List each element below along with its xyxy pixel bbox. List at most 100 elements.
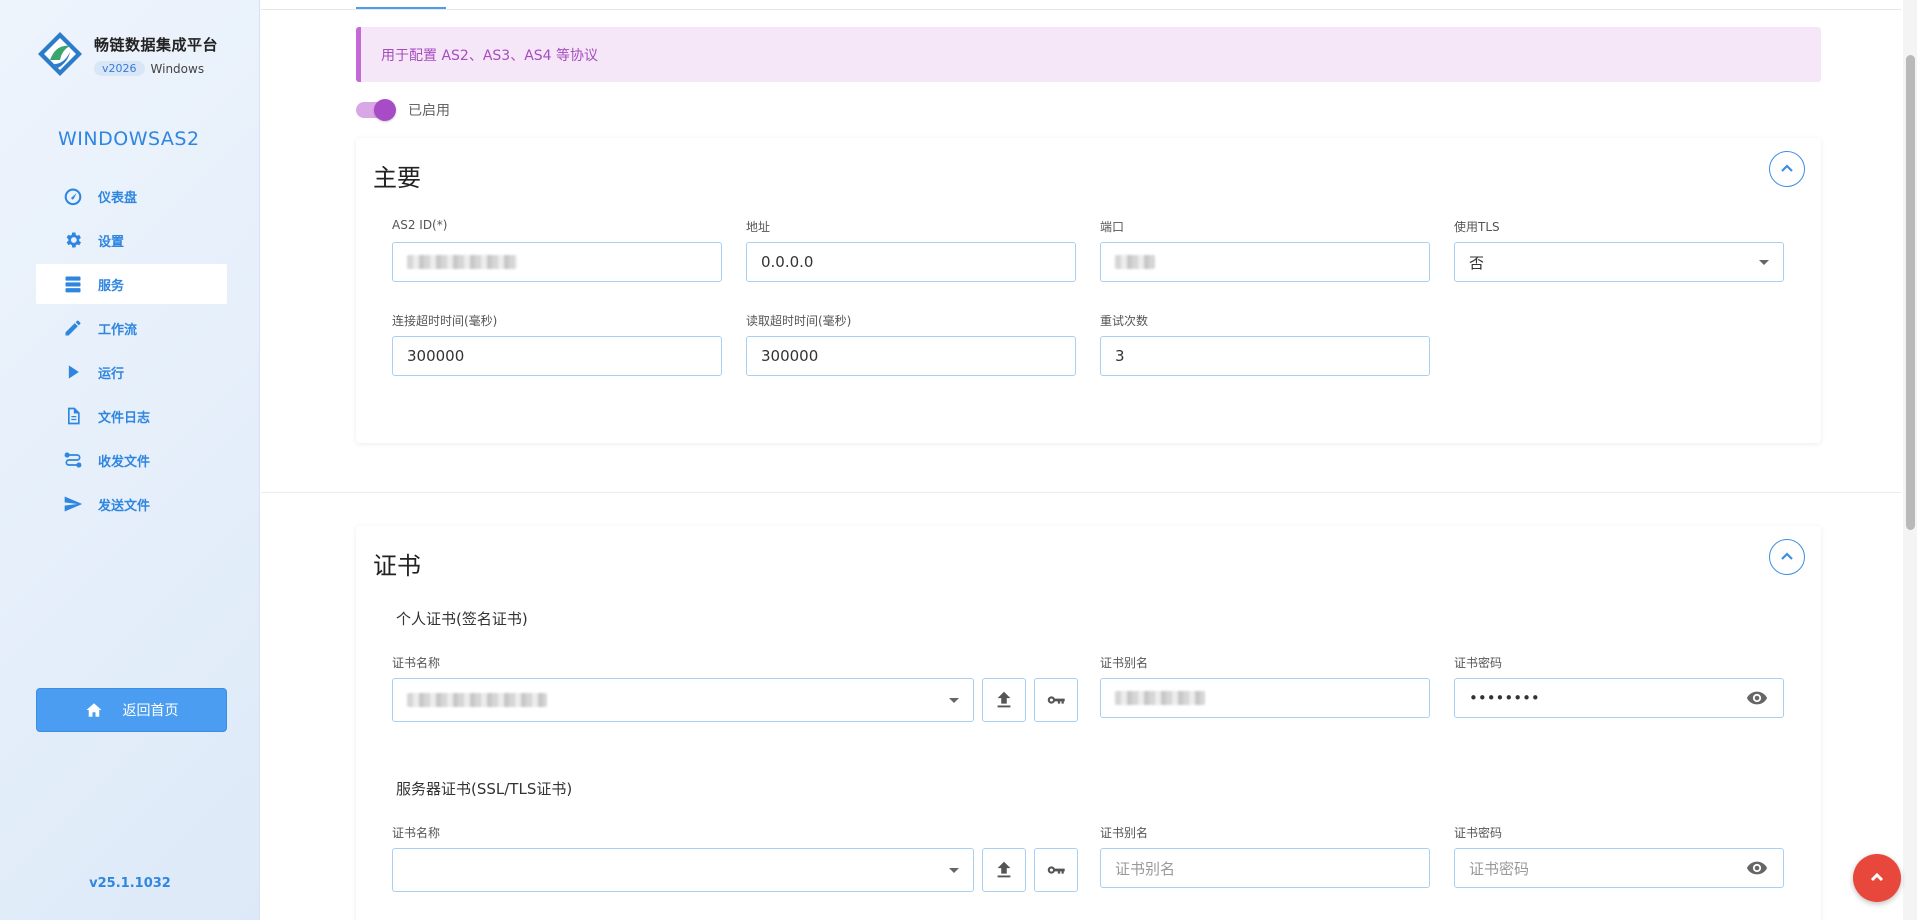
connect-timeout-input[interactable]: 300000 (392, 336, 722, 376)
personal-cert-alias-field: 证书别名 (1100, 654, 1430, 718)
send-icon (62, 493, 84, 515)
cert-password-label: 证书密码 (1454, 826, 1503, 840)
sidebar-item-services[interactable]: 服务 (36, 264, 227, 304)
sidebar-item-file-log[interactable]: 文件日志 (36, 396, 227, 436)
document-icon (62, 405, 84, 427)
brand-title: 畅链数据集成平台 (94, 36, 219, 54)
server-cert-password-input[interactable]: 证书密码 (1454, 848, 1784, 888)
redacted-value (1115, 255, 1155, 269)
server-cert-alias-input[interactable]: 证书别名 (1100, 848, 1430, 888)
server-cert-name-select[interactable] (392, 848, 974, 892)
sidebar-item-label: 文件日志 (98, 410, 151, 426)
section-title: 主要 (373, 164, 421, 192)
personal-cert-alias-input[interactable] (1100, 678, 1430, 718)
key-icon (1047, 696, 1065, 704)
personal-cert-password-field: 证书密码 •••••••• (1454, 654, 1784, 718)
main-settings-card: 主要 AS2 ID(*) 地址 0.0.0.0 端口 使用TLS 否 连接超时时… (356, 138, 1821, 443)
use-tls-field: 使用TLS 否 (1454, 218, 1784, 282)
redacted-value (407, 693, 547, 707)
cert-name-label: 证书名称 (392, 656, 441, 670)
sidebar-item-settings[interactable]: 设置 (36, 220, 227, 260)
password-mask: •••••••• (1469, 689, 1540, 707)
read-timeout-input[interactable]: 300000 (746, 336, 1076, 376)
retry-count-label: 重试次数 (1100, 314, 1149, 328)
cert-alias-label: 证书别名 (1100, 656, 1149, 670)
personal-cert-name-select[interactable] (392, 678, 974, 722)
server-cert-title: 服务器证书(SSL/TLS证书) (396, 780, 573, 798)
connect-timeout-label: 连接超时时间(毫秒) (392, 314, 498, 328)
home-button[interactable]: 返回首页 (36, 688, 227, 732)
section-title: 证书 (373, 552, 421, 580)
key-icon (1047, 866, 1065, 874)
certificate-card: 证书 个人证书(签名证书) 证书名称 证书别名 证书密码 •••••••• 服务… (356, 526, 1821, 920)
read-timeout-field: 读取超时时间(毫秒) 300000 (746, 312, 1076, 376)
collapse-button[interactable] (1769, 151, 1805, 187)
caret-down-icon (949, 697, 959, 703)
server-name: WINDOWSAS2 (58, 128, 200, 150)
gear-icon (62, 229, 84, 251)
scroll-to-top-button[interactable] (1853, 854, 1901, 902)
transfer-icon (62, 449, 84, 471)
pencil-icon (62, 317, 84, 339)
port-label: 端口 (1100, 220, 1125, 234)
active-tab-indicator (356, 7, 446, 9)
eye-icon[interactable] (1745, 856, 1769, 880)
cert-alias-label: 证书别名 (1100, 826, 1149, 840)
personal-cert-password-input[interactable]: •••••••• (1454, 678, 1784, 718)
sidebar-item-label: 服务 (98, 278, 125, 294)
platform-label: Windows (150, 61, 205, 76)
scrollbar[interactable] (1903, 0, 1917, 920)
personal-cert-title: 个人证书(签名证书) (396, 610, 528, 628)
password-placeholder: 证书密码 (1469, 859, 1530, 878)
sidebar-item-label: 设置 (98, 234, 125, 250)
enabled-toggle-row: 已启用 (356, 99, 450, 121)
scrollbar-thumb[interactable] (1906, 55, 1915, 530)
connect-timeout-field: 连接超时时间(毫秒) 300000 (392, 312, 722, 376)
cert-password-label: 证书密码 (1454, 656, 1503, 670)
play-icon (62, 361, 84, 383)
main-content: 用于配置 AS2、AS3、AS4 等协议 已启用 主要 AS2 ID(*) 地址… (261, 0, 1901, 920)
server-cert-alias-field: 证书别名 证书别名 (1100, 824, 1430, 888)
redacted-value (1115, 691, 1205, 705)
as2-id-field: AS2 ID(*) (392, 218, 722, 282)
app-version: v25.1.1032 (89, 876, 171, 891)
cert-key-button[interactable] (1034, 678, 1078, 722)
sidebar-item-label: 运行 (98, 366, 125, 382)
sidebar-item-label: 工作流 (98, 322, 138, 338)
upload-cert-button[interactable] (982, 678, 1026, 722)
server-cert-password-field: 证书密码 证书密码 (1454, 824, 1784, 888)
address-input[interactable]: 0.0.0.0 (746, 242, 1076, 282)
sidebar-item-run[interactable]: 运行 (36, 352, 227, 392)
upload-cert-button[interactable] (982, 848, 1026, 892)
caret-down-icon (949, 867, 959, 873)
use-tls-select[interactable]: 否 (1454, 242, 1784, 282)
read-timeout-label: 读取超时时间(毫秒) (746, 314, 852, 328)
sidebar-item-dashboard[interactable]: 仪表盘 (36, 176, 227, 216)
port-input[interactable] (1100, 242, 1430, 282)
server-cert-name-field: 证书名称 (392, 824, 1078, 892)
sidebar: 畅链数据集成平台 v2026 Windows WINDOWSAS2 仪表盘 设置… (0, 0, 260, 920)
logo-icon (38, 32, 82, 76)
port-field: 端口 (1100, 218, 1430, 282)
retry-count-input[interactable]: 3 (1100, 336, 1430, 376)
collapse-button[interactable] (1769, 539, 1805, 575)
address-field: 地址 0.0.0.0 (746, 218, 1076, 282)
server-icon (62, 273, 84, 295)
chevron-up-icon (1781, 164, 1793, 172)
sidebar-item-label: 仪表盘 (98, 190, 138, 206)
chevron-up-icon (1870, 872, 1884, 882)
redacted-value (407, 255, 517, 269)
upload-icon (997, 861, 1011, 878)
use-tls-value: 否 (1469, 253, 1485, 272)
as2-id-input[interactable] (392, 242, 722, 282)
sidebar-item-send-files[interactable]: 发送文件 (36, 484, 227, 524)
enabled-toggle-label: 已启用 (408, 103, 450, 119)
sidebar-item-transfer-files[interactable]: 收发文件 (36, 440, 227, 480)
sidebar-item-workflow[interactable]: 工作流 (36, 308, 227, 348)
use-tls-label: 使用TLS (1454, 220, 1500, 234)
brand: 畅链数据集成平台 v2026 Windows (36, 30, 218, 78)
enabled-toggle[interactable] (356, 99, 396, 121)
personal-cert-name-field: 证书名称 (392, 654, 1078, 722)
cert-key-button[interactable] (1034, 848, 1078, 892)
eye-icon[interactable] (1745, 686, 1769, 710)
